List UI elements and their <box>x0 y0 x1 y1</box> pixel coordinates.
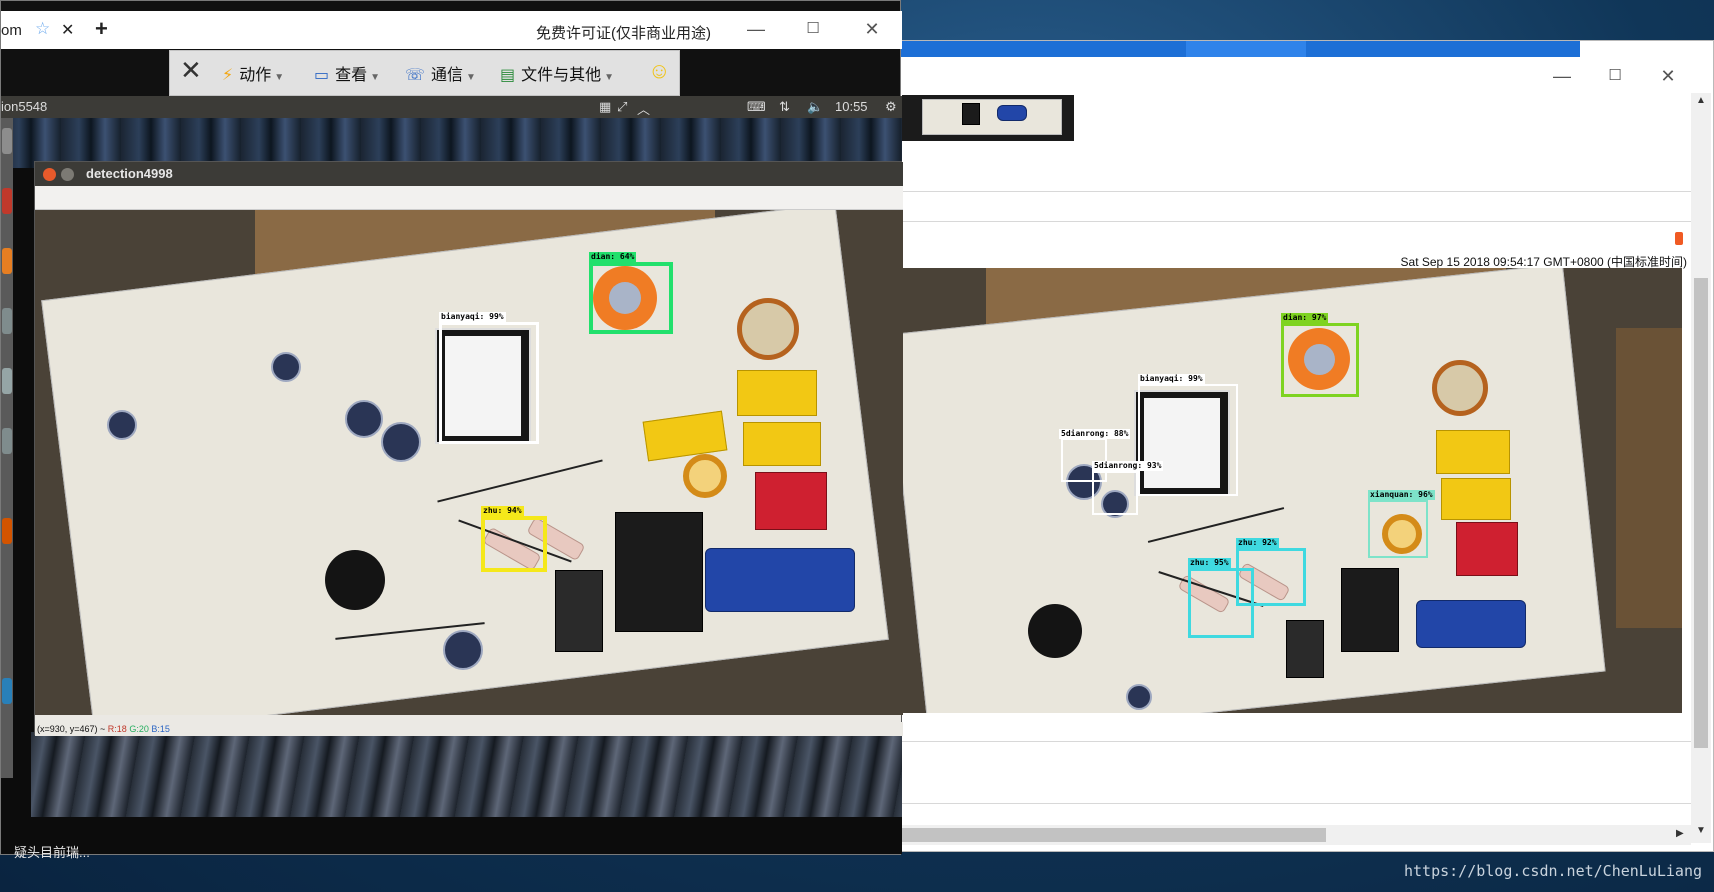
detection-box-bianyaqi <box>1138 384 1238 496</box>
scroll-right-icon[interactable]: ▶ <box>1676 828 1684 839</box>
status-b: B:15 <box>151 724 170 734</box>
detection-image: dian: 64% bianyaqi: 99% zhu: 94% <box>35 210 903 715</box>
dock-item[interactable] <box>2 128 12 154</box>
session-name: ion5548 <box>1 99 48 114</box>
scrollbar-thumb[interactable] <box>896 828 1326 842</box>
tab-close-icon[interactable]: ✕ <box>61 20 74 40</box>
detection-result-image: dian: 97% bianyaqi: 99% 5dianrong: 88% 5… <box>896 268 1682 713</box>
divider <box>896 803 1691 804</box>
detection-box-zhu <box>481 516 547 572</box>
license-notice: 免费许可证(仅非商业用途) <box>536 25 711 42</box>
browser-window: — ☐ ✕ Sat Sep 15 2018 09:54:17 GMT+0800 … <box>895 40 1714 852</box>
fullscreen-icon[interactable]: ⤢ <box>617 99 627 115</box>
scroll-up-icon[interactable]: ▲ <box>1696 95 1706 106</box>
smiley-icon[interactable]: ☺ <box>648 58 670 84</box>
detection-label: 5dianrong: 88% <box>1059 429 1131 439</box>
thumbnail-image[interactable] <box>902 95 1074 141</box>
divider <box>896 741 1691 742</box>
lightning-icon: ⚡ <box>222 67 234 84</box>
tab-title[interactable]: om <box>1 22 22 39</box>
view-menu[interactable]: ▭ 查看 ▼ <box>314 61 380 85</box>
ubuntu-top-panel: ion5548 ▦ ⤢ ︿ ⌨ ⇅ 🔈 10:55 ⚙ <box>1 96 902 118</box>
launcher-dock <box>1 118 13 778</box>
dock-item[interactable] <box>2 428 12 454</box>
dock-item[interactable] <box>2 678 12 704</box>
detection-label: dian: 97% <box>1281 313 1329 323</box>
notification-badge[interactable] <box>1675 232 1683 245</box>
communication-menu[interactable]: ☏ 通信 ▼ <box>405 61 476 85</box>
detection-label: dian: 64% <box>589 252 637 262</box>
detection-box-dian <box>589 262 673 334</box>
detection-label: bianyaqi: 99% <box>1138 374 1205 384</box>
clock: 10:55 <box>835 99 868 114</box>
chevron-down-icon: ▼ <box>370 72 381 83</box>
scrollbar-thumb[interactable] <box>1694 278 1708 748</box>
volume-icon[interactable]: 🔈 <box>807 99 823 115</box>
actions-menu[interactable]: ⚡ 动作 ▼ <box>222 61 284 85</box>
file-icon: ▤ <box>500 67 516 84</box>
dock-item[interactable] <box>2 368 12 394</box>
remote-toolbar: ✕ ⚡ 动作 ▼ ▭ 查看 ▼ ☏ 通信 ▼ ▤ 文件与其他 ▼ ☺ <box>169 50 680 96</box>
minimize-icon[interactable] <box>61 168 74 181</box>
detection-box-zhu <box>1188 568 1254 638</box>
detection-toolbar <box>35 186 903 210</box>
minimize-icon[interactable]: — <box>1547 67 1577 85</box>
vertical-scrollbar[interactable]: ▲ ▼ <box>1691 93 1711 843</box>
wallpaper <box>31 732 902 817</box>
desktop-icon-label[interactable]: 疑头目前瑞... <box>14 842 90 861</box>
detection-label: bianyaqi: 99% <box>439 312 506 322</box>
disconnect-icon[interactable]: ✕ <box>180 57 202 83</box>
monitor-icon: ▭ <box>314 67 330 84</box>
detection-box-bianyaqi <box>439 322 539 444</box>
divider <box>896 221 1691 222</box>
chevron-down-icon: ▼ <box>274 72 285 83</box>
minimize-icon[interactable]: — <box>741 20 771 38</box>
detection-label: zhu: 94% <box>481 506 524 516</box>
grid-icon[interactable]: ▦ <box>599 99 611 115</box>
window-title: detection4998 <box>86 166 173 181</box>
remote-desktop-window: om ☆ ✕ + 免费许可证(仅非商业用途) — ☐ ✕ ✕ ⚡ 动作 ▼ ▭ 查看 ▼… <box>0 0 903 855</box>
detection-label: xianquan: 96% <box>1368 490 1435 500</box>
pixel-status-bar: (x=930, y=467) ~ R:18 G:20 B:15 <box>35 722 903 736</box>
star-icon[interactable]: ☆ <box>35 19 50 39</box>
detection-box-dian <box>1281 323 1359 397</box>
detection-box-dianrong <box>1092 471 1138 515</box>
dock-item[interactable] <box>2 518 12 544</box>
gear-icon[interactable]: ⚙ <box>885 99 897 115</box>
remote-titlebar: om ☆ ✕ + 免费许可证(仅非商业用途) — ☐ ✕ <box>1 11 902 49</box>
detection-window: detection4998 dian: 64% bianyaqi: 99% zh… <box>34 161 903 736</box>
close-icon[interactable]: ✕ <box>857 20 887 38</box>
dock-item[interactable] <box>2 248 12 274</box>
status-r: R:18 <box>107 724 127 734</box>
status-coords: (x=930, y=467) ~ <box>37 724 108 734</box>
horizontal-scrollbar[interactable]: ▶ <box>896 825 1691 845</box>
chevron-up-icon[interactable]: ︿ <box>637 99 650 118</box>
network-icon[interactable]: ⇅ <box>779 99 790 115</box>
files-other-menu[interactable]: ▤ 文件与其他 ▼ <box>500 61 614 85</box>
divider <box>896 191 1691 192</box>
watermark: https://blog.csdn.net/ChenLuLiang <box>1403 862 1702 880</box>
detection-box-xianquan <box>1368 500 1428 558</box>
browser-tab[interactable] <box>1186 41 1306 57</box>
remote-session[interactable]: ion5548 ▦ ⤢ ︿ ⌨ ⇅ 🔈 10:55 ⚙ detection499… <box>1 96 903 854</box>
dock-item[interactable] <box>2 308 12 334</box>
detection-window-titlebar: detection4998 <box>35 162 903 186</box>
detection-label: zhu: 95% <box>1188 558 1231 568</box>
close-icon[interactable] <box>43 168 56 181</box>
phone-icon: ☏ <box>405 67 426 84</box>
detection-label: 5dianrong: 93% <box>1092 461 1164 471</box>
keyboard-icon[interactable]: ⌨ <box>747 99 766 115</box>
chevron-down-icon: ▼ <box>466 72 476 83</box>
browser-tabstrip[interactable] <box>896 41 1580 57</box>
chevron-down-icon: ▼ <box>604 72 615 83</box>
maximize-icon[interactable]: ☐ <box>798 20 828 38</box>
scroll-down-icon[interactable]: ▼ <box>1696 825 1706 836</box>
dock-item[interactable] <box>2 188 12 214</box>
status-g: G:20 <box>129 724 149 734</box>
maximize-icon[interactable]: ☐ <box>1600 67 1630 85</box>
detection-label: zhu: 92% <box>1236 538 1279 548</box>
new-tab-icon[interactable]: + <box>95 16 108 42</box>
close-icon[interactable]: ✕ <box>1653 67 1683 85</box>
